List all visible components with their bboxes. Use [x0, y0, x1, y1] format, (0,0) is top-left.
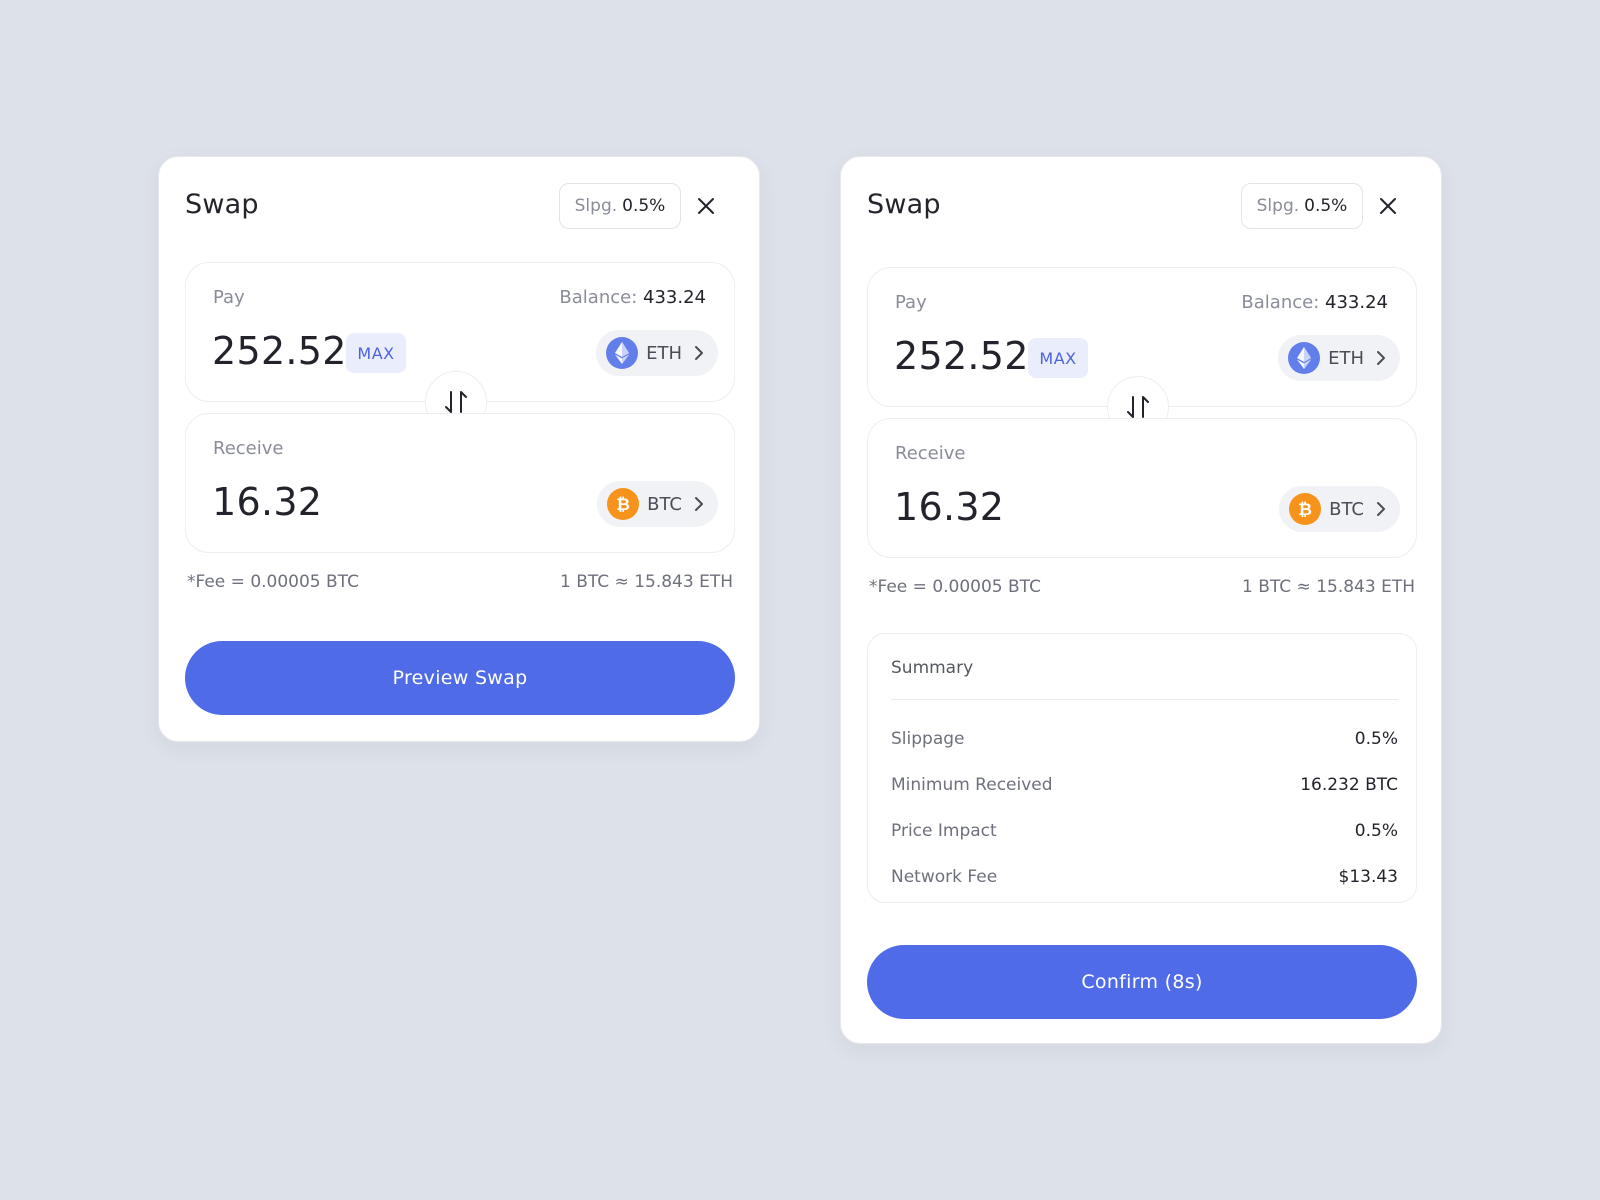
summary-row-value: 0.5%: [1354, 821, 1398, 841]
receive-box: Receive 16.32 ₿ BTC: [185, 413, 735, 553]
preview-swap-button[interactable]: Preview Swap: [185, 641, 735, 715]
chevron-right-icon: [694, 496, 704, 512]
swap-arrows-icon: [445, 391, 467, 413]
bitcoin-icon: ₿: [1289, 493, 1322, 525]
svg-text:₿: ₿: [616, 495, 630, 515]
close-icon: [1380, 198, 1396, 214]
slippage-chip[interactable]: Slpg. 0.5%: [1241, 183, 1363, 229]
close-button[interactable]: [1369, 187, 1407, 225]
receive-amount: 16.32: [894, 485, 1005, 529]
summary-row-value: 0.5%: [1354, 729, 1398, 749]
receive-token-name: BTC: [647, 493, 682, 515]
summary-row-value: 16.232 BTC: [1300, 775, 1398, 795]
summary-row-price-impact: Price Impact 0.5%: [891, 816, 1398, 846]
balance-value: 433.24: [1325, 292, 1388, 313]
card-title: Swap: [185, 189, 259, 220]
balance: Balance: 433.24: [559, 287, 706, 308]
card-title: Swap: [867, 189, 941, 220]
max-button[interactable]: MAX: [346, 333, 406, 373]
summary-row-label: Network Fee: [891, 867, 998, 887]
pay-token-name: ETH: [1328, 347, 1364, 369]
confirm-swap-button[interactable]: Confirm (8s): [867, 945, 1417, 1019]
slippage-chip[interactable]: Slpg. 0.5%: [559, 183, 681, 229]
receive-label: Receive: [213, 438, 284, 459]
pay-label: Pay: [895, 292, 927, 313]
swap-confirm-card: Swap Slpg. 0.5% Pay Balance: 433.24 252.…: [840, 156, 1442, 1044]
bitcoin-icon: ₿: [607, 488, 640, 520]
pay-amount-input[interactable]: 252.52: [212, 329, 347, 373]
ethereum-icon: [1288, 342, 1321, 374]
summary-title: Summary: [891, 658, 974, 678]
receive-token-selector[interactable]: ₿ BTC: [1279, 486, 1400, 532]
balance-value: 433.24: [643, 287, 706, 308]
svg-text:₿: ₿: [1298, 500, 1312, 520]
pay-token-selector[interactable]: ETH: [596, 330, 718, 376]
slippage-label: Slpg.: [1256, 196, 1300, 216]
summary-panel: Summary Slippage 0.5% Minimum Received 1…: [867, 633, 1417, 903]
slippage-label: Slpg.: [574, 196, 618, 216]
swap-arrows-icon: [1127, 396, 1149, 418]
balance: Balance: 433.24: [1241, 292, 1388, 313]
fee-text: *Fee = 0.00005 BTC: [869, 577, 1041, 597]
summary-divider: [891, 699, 1398, 700]
rate-text: 1 BTC ≈ 15.843 ETH: [1242, 577, 1415, 597]
summary-row-label: Price Impact: [891, 821, 997, 841]
receive-amount: 16.32: [212, 480, 323, 524]
summary-row-label: Minimum Received: [891, 775, 1053, 795]
ethereum-icon: [606, 337, 639, 369]
pay-token-name: ETH: [646, 342, 682, 364]
receive-token-name: BTC: [1329, 498, 1364, 520]
summary-row-label: Slippage: [891, 729, 965, 749]
summary-row-network-fee: Network Fee $13.43: [891, 862, 1398, 892]
chevron-right-icon: [694, 345, 704, 361]
chevron-right-icon: [1376, 501, 1386, 517]
slippage-value: 0.5%: [622, 196, 666, 216]
balance-label: Balance:: [1241, 292, 1320, 313]
balance-label: Balance:: [559, 287, 638, 308]
fee-text: *Fee = 0.00005 BTC: [187, 572, 359, 592]
summary-row-minimum-received: Minimum Received 16.232 BTC: [891, 770, 1398, 800]
pay-amount-input[interactable]: 252.52: [894, 334, 1029, 378]
max-button[interactable]: MAX: [1028, 338, 1088, 378]
close-button[interactable]: [687, 187, 725, 225]
receive-box: Receive 16.32 ₿ BTC: [867, 418, 1417, 558]
swap-preview-card: Swap Slpg. 0.5% Pay Balance: 433.24 252.…: [158, 156, 760, 742]
pay-label: Pay: [213, 287, 245, 308]
receive-label: Receive: [895, 443, 966, 464]
pay-token-selector[interactable]: ETH: [1278, 335, 1400, 381]
summary-row-slippage: Slippage 0.5%: [891, 724, 1398, 754]
receive-token-selector[interactable]: ₿ BTC: [597, 481, 718, 527]
slippage-value: 0.5%: [1304, 196, 1348, 216]
close-icon: [698, 198, 714, 214]
chevron-right-icon: [1376, 350, 1386, 366]
summary-row-value: $13.43: [1338, 867, 1398, 887]
rate-text: 1 BTC ≈ 15.843 ETH: [560, 572, 733, 592]
